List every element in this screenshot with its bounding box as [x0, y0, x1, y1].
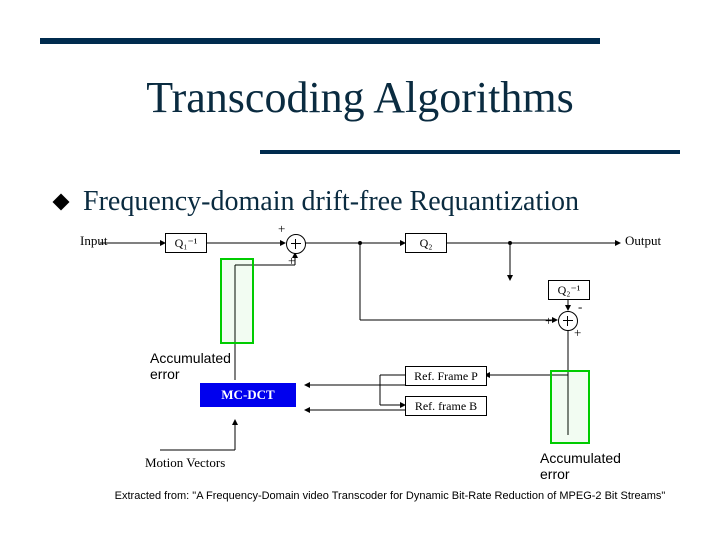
highlight-box-2: [550, 370, 590, 444]
block-q2inv: Q₂⁻¹: [548, 280, 590, 300]
label-plus-4: +: [574, 325, 581, 341]
header-rule-thick: [40, 38, 600, 44]
annotation-accum-2: Accumulatederror: [540, 450, 621, 482]
label-plus-3: +: [545, 313, 552, 329]
block-ref-p: Ref. Frame P: [405, 366, 487, 386]
label-motion-vectors: Motion Vectors: [145, 455, 225, 471]
highlight-box-1: [220, 258, 254, 344]
block-q1inv: Q₁⁻¹: [165, 233, 207, 253]
label-output: Output: [625, 233, 661, 249]
citation-text: Extracted from: "A Frequency-Domain vide…: [110, 490, 670, 502]
block-ref-b: Ref. frame B: [405, 396, 487, 416]
summer-top: [286, 234, 306, 254]
bullet-icon: [53, 194, 70, 211]
slide-title: Transcoding Algorithms: [0, 72, 720, 123]
bullet-item: Frequency-domain drift-free Requantizati…: [55, 186, 579, 218]
label-minus: -: [578, 299, 582, 315]
header-rule-thin: [260, 150, 680, 154]
bullet-text: Frequency-domain drift-free Requantizati…: [83, 186, 579, 218]
label-plus-1: +: [278, 221, 285, 237]
block-q2: Q₂: [405, 233, 447, 253]
annotation-accum-1: Accumulatederror: [150, 350, 231, 382]
label-plus-2: +: [288, 253, 295, 269]
label-input: Input: [80, 233, 107, 249]
block-mcdct: MC-DCT: [200, 383, 296, 407]
